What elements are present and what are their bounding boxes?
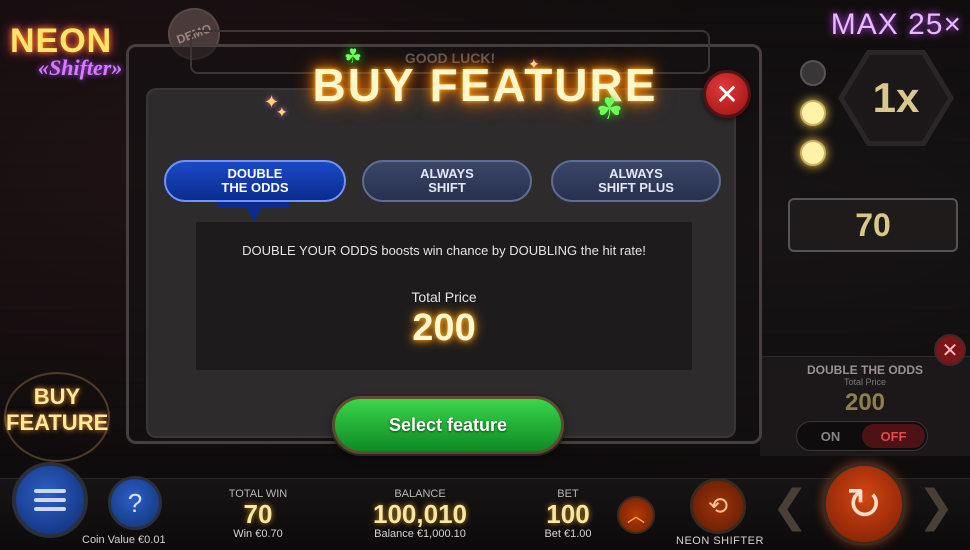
balance-amount: Balance €1,000.10 (374, 528, 466, 540)
toggle-on-option[interactable]: ON (799, 424, 862, 448)
tab-label-line2: SHIFT PLUS (598, 180, 674, 195)
win-amount: Win €0.70 (233, 528, 283, 540)
game-name: NEON SHIFTER (676, 535, 764, 547)
total-win-stat: TOTAL WIN 70 Win €0.70 (216, 488, 300, 540)
side-panel-subtitle: Total Price (843, 377, 887, 387)
tab-label-line2: SHIFT (428, 180, 466, 195)
clover-icon: ☘ (344, 46, 362, 68)
side-panel-price: 200 (844, 389, 886, 416)
tab-label-line2: THE ODDS (221, 180, 289, 195)
tab-always-shift-plus[interactable]: ALWAYS SHIFT PLUS (551, 160, 721, 202)
modal-close-button[interactable]: ✕ (703, 70, 751, 118)
max-multiplier-label: MAX 25× (830, 8, 962, 41)
bet-stat: BET 100 Bet €1.00 (530, 488, 606, 540)
tab-label-line1: ALWAYS (609, 166, 663, 181)
modal-title: BUY FEATURE (312, 59, 658, 111)
feature-toggle[interactable]: ON OFF (796, 421, 928, 451)
coin-value[interactable]: Coin Value €0.01 (82, 534, 166, 546)
sparkle-icon: ✦ (276, 104, 288, 120)
menu-button[interactable] (12, 462, 88, 538)
clover-icon: ☘ (596, 93, 623, 126)
bet-value: 100 (546, 499, 590, 529)
help-button[interactable]: ? (108, 476, 162, 530)
light-lit-icon (800, 140, 826, 166)
balance-value: 100,010 (373, 499, 467, 529)
menu-line-icon (34, 498, 66, 502)
tab-always-shift[interactable]: ALWAYS SHIFT (362, 160, 532, 202)
tab-label-line1: ALWAYS (420, 166, 474, 181)
total-win-value: 70 (243, 499, 273, 529)
arrow-left-icon[interactable]: ❮ (764, 470, 816, 542)
autoplay-button[interactable]: ⟲ (690, 478, 746, 534)
side-counter: 70 (788, 198, 958, 252)
arrow-right-icon[interactable]: ❯ (910, 470, 962, 542)
buy-feature-sign-button[interactable]: BUY FEATURE (4, 372, 110, 462)
sparkle-icon: ✦ (528, 56, 540, 72)
bet-up-chevron-icon[interactable]: ︿ (617, 496, 655, 534)
spin-button[interactable]: ↻ (822, 462, 906, 546)
balance-stat: BALANCE 100,010 Balance €1,000.10 (356, 488, 484, 540)
side-panel-close-icon[interactable]: ✕ (934, 334, 966, 366)
feature-description: DOUBLE YOUR ODDS boosts win chance by DO… (242, 243, 646, 258)
menu-line-icon (34, 507, 66, 511)
feature-side-panel: DOUBLE THE ODDS Total Price 200 ON OFF (760, 356, 970, 456)
total-price-label: Total Price (411, 289, 477, 305)
tab-label-line1: DOUBLE (227, 166, 283, 181)
feature-details-box: DOUBLE YOUR ODDS boosts win chance by DO… (196, 222, 692, 370)
total-price-value: 200 (412, 307, 476, 349)
bet-amount: Bet €1.00 (544, 528, 592, 540)
menu-line-icon (34, 489, 66, 493)
side-panel-title: DOUBLE THE ODDS (806, 363, 923, 377)
toggle-off-option[interactable]: OFF (862, 424, 925, 448)
select-feature-button[interactable]: Select feature (332, 396, 564, 454)
tab-double-the-odds[interactable]: DOUBLE THE ODDS (164, 160, 346, 202)
